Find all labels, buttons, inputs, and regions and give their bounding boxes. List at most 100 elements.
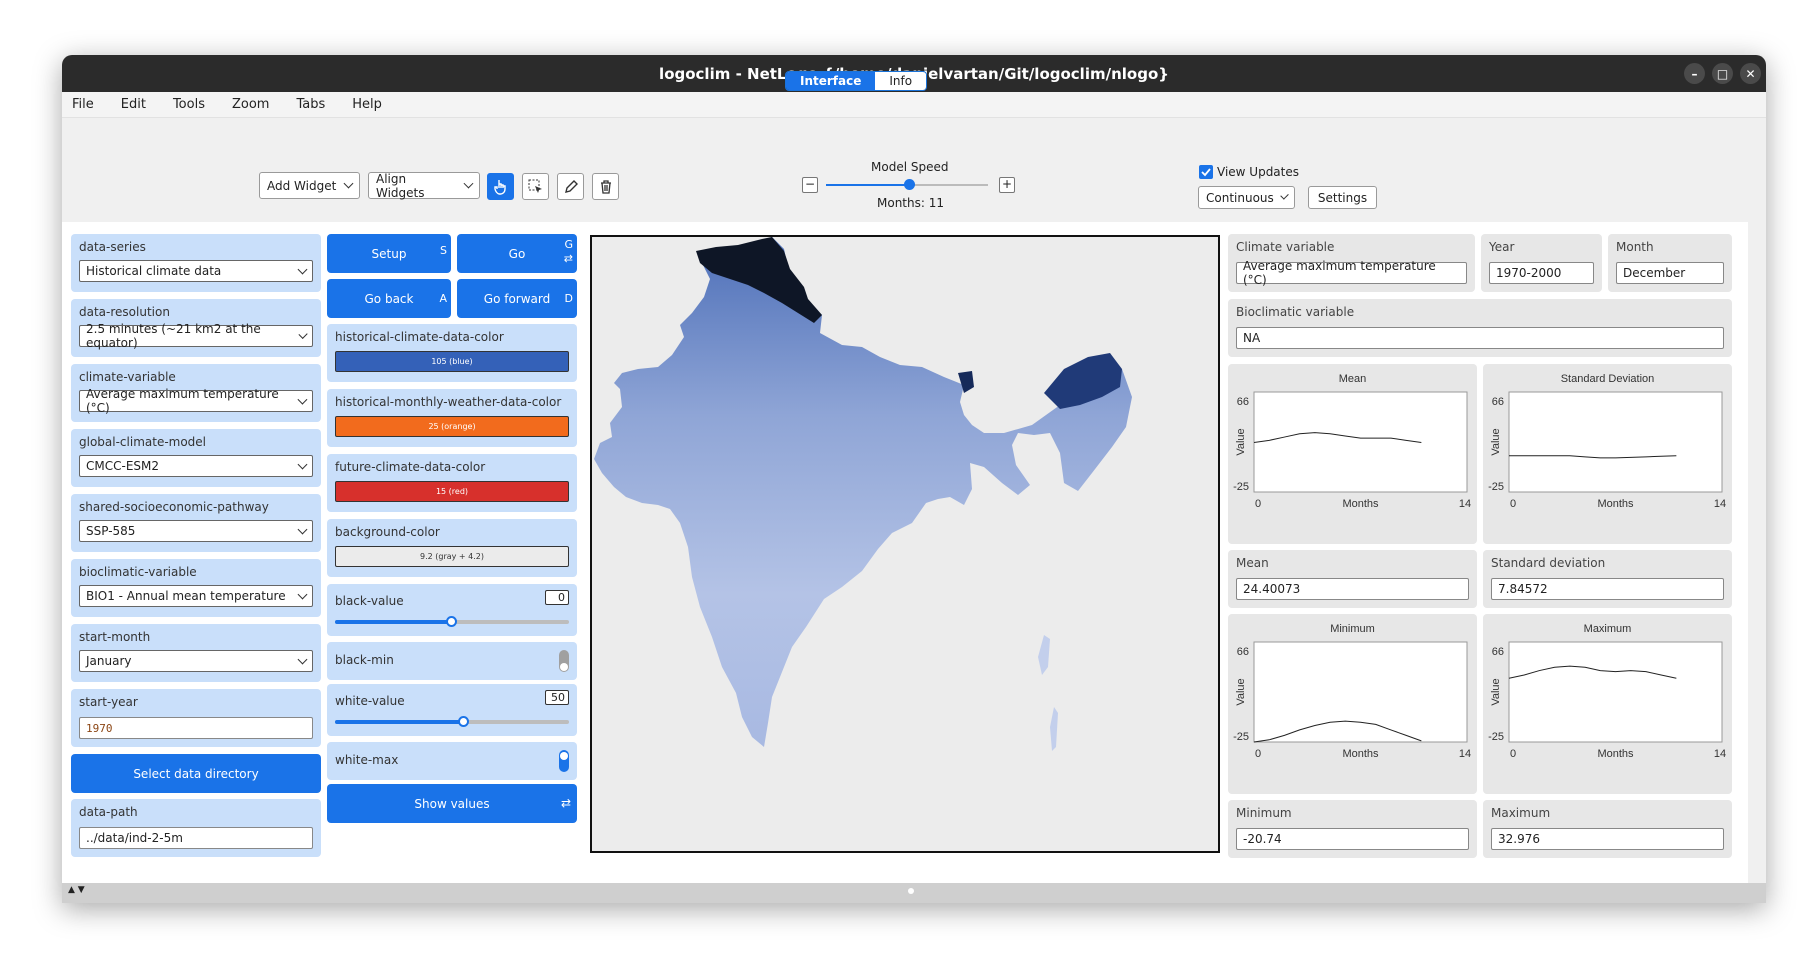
menu-edit[interactable]: Edit [121, 97, 146, 112]
select-data-directory-button[interactable]: Select data directory [71, 754, 321, 793]
chevron-down-icon [297, 459, 308, 469]
monitor-label: Climate variable [1236, 240, 1335, 254]
model-speed-slider[interactable] [826, 179, 988, 190]
menu-tabs[interactable]: Tabs [296, 97, 325, 112]
settings-button[interactable]: Settings [1308, 186, 1377, 209]
setup-key: S [440, 244, 447, 257]
collapse-arrows-icon[interactable]: ▲ ▼ [68, 885, 85, 895]
plot-title: Minimum [1330, 623, 1375, 635]
slider-knob[interactable] [446, 616, 457, 627]
black-min-label: black-min [335, 653, 394, 667]
chevron-down-icon [297, 264, 308, 274]
add-widget-dropdown[interactable]: Add Widget [259, 172, 360, 199]
global-climate-model-value: CMCC-ESM2 [86, 459, 160, 473]
speed-knob[interactable] [904, 179, 915, 190]
std-monitor: Standard deviation 7.84572 [1483, 550, 1732, 608]
chooser-label: bioclimatic-variable [79, 565, 197, 579]
align-widgets-label: Align Widgets [376, 171, 425, 200]
plot-svg: Maximum 66 -25 0 14 Months Value [1488, 623, 1726, 760]
global-climate-model-select[interactable]: CMCC-ESM2 [79, 455, 313, 477]
menu-bar: File Edit Tools Zoom Tabs Help [62, 92, 1766, 118]
select-box-icon [528, 179, 542, 193]
y-min-tick: -25 [1233, 481, 1249, 493]
color-swatch-historical[interactable]: 105 (blue) [335, 351, 569, 372]
menu-help[interactable]: Help [352, 97, 382, 112]
minimum-monitor: Minimum -20.74 [1228, 800, 1477, 858]
menu-zoom[interactable]: Zoom [232, 97, 269, 112]
tab-info[interactable]: Info [875, 72, 927, 90]
start-year-input-panel: start-year 1970 [71, 689, 321, 747]
x-max-tick: 14 [1714, 498, 1726, 510]
minimize-icon[interactable]: – [1684, 63, 1705, 84]
y-max-tick: 66 [1237, 396, 1249, 408]
data-path-input[interactable]: ../data/ind-2-5m [79, 827, 313, 849]
tab-interface[interactable]: Interface [786, 72, 876, 90]
color-future-climate: future-climate-data-color 15 (red) [327, 454, 577, 512]
update-mode-dropdown[interactable]: Continuous [1198, 186, 1295, 209]
black-min-switch[interactable] [559, 650, 569, 672]
slider-fill [335, 720, 464, 724]
color-swatch-monthly[interactable]: 25 (orange) [335, 416, 569, 437]
black-value-number[interactable]: 0 [545, 590, 569, 605]
slider-knob[interactable] [457, 716, 469, 727]
color-swatch-future[interactable]: 15 (red) [335, 481, 569, 502]
go-back-button[interactable]: Go back A [327, 279, 451, 318]
align-widgets-dropdown[interactable]: Align Widgets [368, 171, 480, 200]
data-series-select[interactable]: Historical climate data [79, 260, 313, 282]
pencil-icon [564, 179, 578, 193]
speed-decrease-button[interactable]: − [802, 177, 818, 193]
go-button[interactable]: Go G ⇄ [457, 234, 577, 273]
start-year-input[interactable]: 1970 [79, 717, 313, 739]
plot-svg: Minimum 66 -25 0 14 Months Value [1233, 623, 1471, 760]
interact-tool-button[interactable] [487, 173, 514, 200]
setup-button[interactable]: Setup S [327, 234, 451, 273]
speed-increase-button[interactable]: + [999, 177, 1015, 193]
data-resolution-select[interactable]: 2.5 minutes (~21 km2 at the equator) [79, 322, 313, 350]
select-tool-button[interactable] [522, 173, 549, 200]
color-background: background-color 9.2 (gray + 4.2) [327, 519, 577, 577]
chevron-down-icon [463, 178, 474, 189]
color-swatch-background[interactable]: 9.2 (gray + 4.2) [335, 546, 569, 567]
checkmark-icon [1201, 168, 1211, 177]
go-forward-button[interactable]: Go forward D [457, 279, 577, 318]
chooser-ssp: shared-socioeconomic-pathway SSP-585 [71, 494, 321, 552]
plot-area [1253, 391, 1468, 493]
year-value: 1970-2000 [1489, 262, 1594, 284]
maximize-icon[interactable]: □ [1712, 63, 1733, 84]
bioclimatic-variable-select[interactable]: BIO1 - Annual mean temperature [79, 585, 313, 607]
monitor-label: Standard deviation [1491, 556, 1606, 570]
splitter-handle[interactable] [908, 888, 914, 894]
black-min-switch-panel: black-min [327, 642, 577, 680]
close-icon[interactable]: ✕ [1740, 63, 1761, 84]
black-value-slider-panel: black-value 0 [327, 584, 577, 636]
edit-tool-button[interactable] [557, 173, 584, 200]
start-month-select[interactable]: January [79, 650, 313, 672]
black-value-slider[interactable] [335, 616, 569, 627]
climate-variable-monitor: Climate variable Average maximum tempera… [1228, 234, 1475, 292]
climate-variable-select[interactable]: Average maximum temperature (°C) [79, 387, 313, 415]
chooser-label: climate-variable [79, 370, 176, 384]
world-view[interactable] [590, 235, 1220, 853]
maximum-value: 32.976 [1491, 828, 1724, 850]
white-max-switch[interactable] [559, 750, 569, 772]
x-min-tick: 0 [1255, 748, 1261, 760]
delete-tool-button[interactable] [592, 173, 619, 200]
data-resolution-value: 2.5 minutes (~21 km2 at the equator) [86, 322, 261, 350]
monitor-label: Mean [1236, 556, 1269, 570]
view-updates-checkbox[interactable] [1199, 165, 1213, 179]
show-values-button[interactable]: Show values ⇄ [327, 784, 577, 823]
white-value-number[interactable]: 50 [545, 690, 569, 705]
data-path-input-panel: data-path ../data/ind-2-5m [71, 799, 321, 857]
go-key: G [564, 238, 573, 251]
monitor-label: Maximum [1491, 806, 1551, 820]
white-value-slider[interactable] [335, 716, 569, 727]
menu-file[interactable]: File [72, 97, 94, 112]
y-min-tick: -25 [1488, 731, 1504, 743]
ssp-select[interactable]: SSP-585 [79, 520, 313, 542]
x-min-tick: 0 [1255, 498, 1261, 510]
india-landmass [594, 237, 1132, 747]
menu-tools[interactable]: Tools [173, 97, 205, 112]
year-monitor: Year 1970-2000 [1481, 234, 1602, 292]
chooser-data-series: data-series Historical climate data [71, 234, 321, 292]
maximum-monitor: Maximum 32.976 [1483, 800, 1732, 858]
